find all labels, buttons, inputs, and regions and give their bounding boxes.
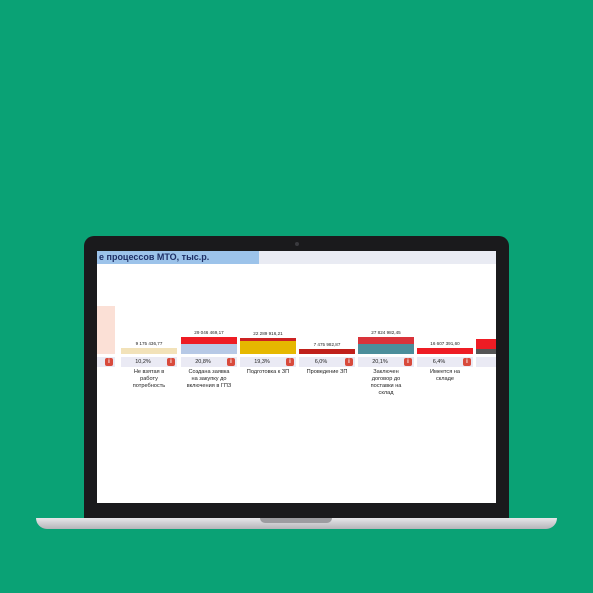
stage-percent-row: 20,1% i bbox=[358, 357, 414, 367]
stage-column: 29 046 469,17 20,8% i Создана заявка на заку… bbox=[181, 297, 237, 417]
stage-value: 30 bbox=[476, 332, 496, 337]
stage-percent-row: 6,0% i bbox=[299, 357, 355, 367]
info-icon[interactable]: i bbox=[345, 358, 353, 366]
stage-value: 9 175 436,77 bbox=[135, 341, 163, 346]
stage-bar bbox=[240, 341, 296, 354]
info-icon[interactable]: i bbox=[167, 358, 175, 366]
stage-bar bbox=[417, 348, 473, 354]
stage-label: вано кению bbox=[97, 369, 115, 383]
stage-percent-row bbox=[476, 357, 496, 367]
stage-label: Создана заявка на закупку до включения в Г… bbox=[186, 369, 232, 389]
info-icon[interactable]: i bbox=[227, 358, 235, 366]
stage-label: Не взятая в работу потребность bbox=[132, 369, 166, 389]
stage-percent: 19,3% bbox=[254, 359, 270, 365]
stage-value: 29 046 469,17 bbox=[194, 330, 224, 335]
stage-bar bbox=[181, 337, 237, 344]
stage-value: 2,89 bbox=[97, 299, 115, 304]
stage-value: 27 824 982,45 bbox=[371, 330, 401, 335]
stage-bar bbox=[299, 349, 355, 354]
stage-label: Заключен договор до поставки на склад bbox=[370, 369, 402, 396]
stage-bar bbox=[240, 338, 296, 341]
stage-percent: 6,4% bbox=[432, 359, 446, 365]
stage-column: 2,89%iвано кению bbox=[97, 297, 115, 417]
page-background: { "header": { "title": "е процессов МТО,… bbox=[0, 0, 593, 593]
stage-label: Подготовка к ЗП bbox=[246, 369, 290, 375]
stage-column: 16 607 391,60 6,4% i Имеется на складе bbox=[417, 297, 473, 417]
stage-percent: 20,1% bbox=[372, 359, 388, 365]
stage-label: Имеется на складе bbox=[430, 369, 460, 382]
stage-percent-row: 10,2% i bbox=[121, 357, 177, 367]
stage-column: 9 175 436,77 10,2% i Не взятая в работу потре… bbox=[121, 297, 177, 417]
stage-percent: 6,0% bbox=[314, 359, 328, 365]
stage-value: 22 289 916,21 bbox=[253, 331, 283, 336]
stage-percent-row: 19,3% i bbox=[240, 357, 296, 367]
laptop-base bbox=[36, 518, 557, 529]
stage-bar bbox=[358, 344, 414, 354]
stage-column: 30 про bbox=[476, 297, 496, 417]
stage-column: 27 824 982,45 20,1% i Заключен договор до пос… bbox=[358, 297, 414, 417]
stage-label: Проведение ЗП bbox=[306, 369, 348, 375]
stage-bar bbox=[358, 337, 414, 344]
stage-bar bbox=[476, 339, 496, 349]
stage-bar bbox=[181, 344, 237, 354]
stage-bar bbox=[121, 348, 177, 354]
info-icon[interactable]: i bbox=[286, 358, 294, 366]
camera-icon bbox=[295, 242, 299, 246]
stage-percent-row: 20,8% i bbox=[181, 357, 237, 367]
stage-percent-row: %i bbox=[97, 357, 115, 367]
stage-percent: 10,2% bbox=[135, 359, 151, 365]
laptop-notch bbox=[260, 518, 332, 523]
laptop-lid: е процессов МТО, тыс.р. 2,89%iвано кению… bbox=[84, 236, 509, 518]
stage-bar bbox=[476, 349, 496, 354]
stage-label: про bbox=[476, 369, 496, 376]
info-icon[interactable]: i bbox=[463, 358, 471, 366]
dashboard-header: е процессов МТО, тыс.р. bbox=[97, 251, 496, 264]
stage-percent: 20,8% bbox=[195, 359, 211, 365]
stage-percent: % bbox=[97, 359, 103, 365]
info-icon[interactable]: i bbox=[105, 358, 113, 366]
info-icon[interactable]: i bbox=[404, 358, 412, 366]
stage-column: 22 289 916,21 19,3% i Подготовка к ЗП bbox=[240, 297, 296, 417]
stage-bar bbox=[97, 306, 115, 354]
page-title: е процессов МТО, тыс.р. bbox=[99, 252, 210, 262]
stage-percent-row: 6,4% i bbox=[417, 357, 473, 367]
laptop-screen: е процессов МТО, тыс.р. 2,89%iвано кению… bbox=[97, 251, 496, 503]
stage-value: 16 607 391,60 bbox=[430, 341, 460, 346]
stage-column: 7 475 982,87 6,0% i Проведение ЗП bbox=[299, 297, 355, 417]
stage-value: 7 475 982,87 bbox=[313, 342, 341, 347]
